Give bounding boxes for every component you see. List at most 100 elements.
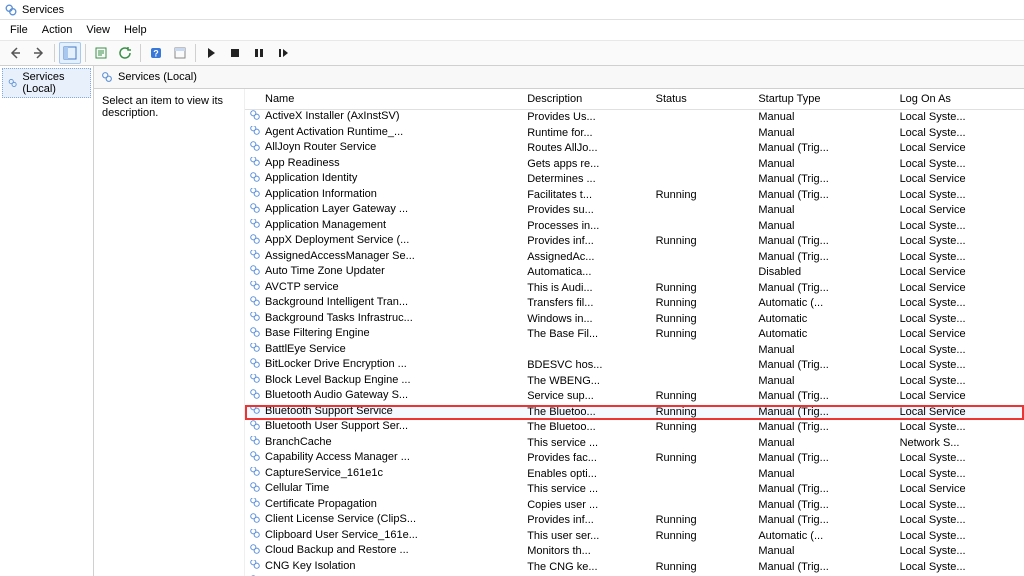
start-service-button[interactable]	[200, 42, 222, 64]
service-name-cell[interactable]: Background Tasks Infrastruc...	[245, 312, 523, 326]
col-startup[interactable]: Startup Type	[754, 89, 895, 110]
table-row[interactable]: Clipboard User Service_161e...This user …	[245, 529, 1024, 545]
back-button[interactable]	[4, 42, 26, 64]
table-row[interactable]: Block Level Backup Engine ...The WBENG..…	[245, 374, 1024, 390]
export-list-button[interactable]	[90, 42, 112, 64]
service-name-cell[interactable]: App Readiness	[245, 157, 523, 171]
service-name-cell[interactable]: Application Identity	[245, 172, 523, 186]
table-row[interactable]: Background Intelligent Tran...Transfers …	[245, 296, 1024, 312]
table-row[interactable]: BranchCacheThis service ...ManualNetwork…	[245, 436, 1024, 452]
table-row[interactable]: Bluetooth Support ServiceThe Bluetoo...R…	[245, 405, 1024, 421]
table-row[interactable]: AllJoyn Router ServiceRoutes AllJo...Man…	[245, 141, 1024, 157]
table-row[interactable]: Cellular TimeThis service ...Manual (Tri…	[245, 482, 1024, 498]
table-row[interactable]: Certificate PropagationCopies user ...Ma…	[245, 498, 1024, 514]
service-name-cell[interactable]: Cloud Backup and Restore ...	[245, 544, 523, 558]
service-name-cell[interactable]: AssignedAccessManager Se...	[245, 250, 523, 264]
service-name-cell[interactable]: Bluetooth User Support Ser...	[245, 420, 523, 434]
table-row[interactable]: AppX Deployment Service (...Provides inf…	[245, 234, 1024, 250]
refresh-button[interactable]	[114, 42, 136, 64]
service-name-cell[interactable]: Agent Activation Runtime_...	[245, 126, 523, 140]
tree-root-services-local[interactable]: Services (Local)	[2, 68, 91, 98]
menu-file[interactable]: File	[4, 22, 34, 38]
service-name-cell[interactable]: Bluetooth Support Service	[245, 405, 523, 419]
properties-button[interactable]	[169, 42, 191, 64]
service-name-cell[interactable]: Capability Access Manager ...	[245, 451, 523, 465]
show-hide-tree-button[interactable]	[59, 42, 81, 64]
service-name-cell[interactable]: ActiveX Installer (AxInstSV)	[245, 110, 523, 124]
table-row[interactable]: BitLocker Drive Encryption ...BDESVC hos…	[245, 358, 1024, 374]
service-name-cell[interactable]: Cellular Time	[245, 482, 523, 496]
description-hint: Select an item to view its description.	[102, 95, 223, 119]
table-row[interactable]: Cloud Backup and Restore ...Monitors th.…	[245, 544, 1024, 560]
service-startup-cell: Manual (Trig...	[754, 188, 895, 204]
pause-service-button[interactable]	[248, 42, 270, 64]
service-startup-cell: Manual (Trig...	[754, 358, 895, 374]
service-name-cell[interactable]: Application Layer Gateway ...	[245, 203, 523, 217]
service-name-cell[interactable]: AVCTP service	[245, 281, 523, 295]
menu-help[interactable]: Help	[118, 22, 153, 38]
services-tree-icon	[7, 76, 18, 90]
service-name-cell[interactable]: AppX Deployment Service (...	[245, 234, 523, 248]
service-startup-cell: Manual (Trig...	[754, 420, 895, 436]
col-name[interactable]: Name	[245, 89, 523, 110]
table-row[interactable]: CNG Key IsolationThe CNG ke...RunningMan…	[245, 560, 1024, 576]
right-pane-header: Services (Local)	[94, 66, 1024, 89]
service-logon-cell: Local Service	[896, 327, 1024, 343]
table-row[interactable]: Bluetooth Audio Gateway S...Service sup.…	[245, 389, 1024, 405]
table-row[interactable]: Capability Access Manager ...Provides fa…	[245, 451, 1024, 467]
col-status[interactable]: Status	[652, 89, 755, 110]
service-name-cell[interactable]: Block Level Backup Engine ...	[245, 374, 523, 388]
service-desc-cell: Monitors th...	[523, 544, 651, 560]
service-name-cell[interactable]: Bluetooth Audio Gateway S...	[245, 389, 523, 403]
tree-pane: Services (Local)	[0, 66, 94, 576]
table-row[interactable]: BattlEye ServiceManualLocal Syste...	[245, 343, 1024, 359]
service-name-cell[interactable]: Application Information	[245, 188, 523, 202]
service-name-cell[interactable]: BattlEye Service	[245, 343, 523, 357]
menu-view[interactable]: View	[80, 22, 116, 38]
service-name-cell[interactable]: Application Management	[245, 219, 523, 233]
table-row[interactable]: Background Tasks Infrastruc...Windows in…	[245, 312, 1024, 328]
table-row[interactable]: Agent Activation Runtime_...Runtime for.…	[245, 126, 1024, 142]
table-header-row: Name Description Status Startup Type Log…	[245, 89, 1024, 110]
table-row[interactable]: CaptureService_161e1cEnables opti...Manu…	[245, 467, 1024, 483]
service-name-cell[interactable]: Certificate Propagation	[245, 498, 523, 512]
service-name-cell[interactable]: Clipboard User Service_161e...	[245, 529, 523, 543]
table-row[interactable]: AVCTP serviceThis is Audi...RunningManua…	[245, 281, 1024, 297]
service-name-label: Certificate Propagation	[265, 498, 377, 512]
services-list-pane[interactable]: Name Description Status Startup Type Log…	[244, 89, 1024, 576]
menu-action[interactable]: Action	[36, 22, 79, 38]
table-row[interactable]: AssignedAccessManager Se...AssignedAc...…	[245, 250, 1024, 266]
service-name-cell[interactable]: Auto Time Zone Updater	[245, 265, 523, 279]
service-startup-cell: Manual (Trig...	[754, 498, 895, 514]
table-row[interactable]: Base Filtering EngineThe Base Fil...Runn…	[245, 327, 1024, 343]
table-row[interactable]: Application InformationFacilitates t...R…	[245, 188, 1024, 204]
service-name-cell[interactable]: Client License Service (ClipS...	[245, 513, 523, 527]
table-row[interactable]: Bluetooth User Support Ser...The Bluetoo…	[245, 420, 1024, 436]
service-status-cell	[652, 436, 755, 452]
service-name-label: Background Intelligent Tran...	[265, 296, 408, 310]
service-name-cell[interactable]: AllJoyn Router Service	[245, 141, 523, 155]
help-button[interactable]: ?	[145, 42, 167, 64]
service-name-cell[interactable]: Background Intelligent Tran...	[245, 296, 523, 310]
service-name-cell[interactable]: BitLocker Drive Encryption ...	[245, 358, 523, 372]
service-name-cell[interactable]: BranchCache	[245, 436, 523, 450]
col-logon[interactable]: Log On As	[896, 89, 1024, 110]
table-row[interactable]: Application IdentityDetermines ...Manual…	[245, 172, 1024, 188]
table-row[interactable]: Auto Time Zone UpdaterAutomatica...Disab…	[245, 265, 1024, 281]
service-name-cell[interactable]: CNG Key Isolation	[245, 560, 523, 574]
stop-service-button[interactable]	[224, 42, 246, 64]
forward-button[interactable]	[28, 42, 50, 64]
service-desc-cell: Processes in...	[523, 219, 651, 235]
table-row[interactable]: Application Layer Gateway ...Provides su…	[245, 203, 1024, 219]
service-name-cell[interactable]: Base Filtering Engine	[245, 327, 523, 341]
service-startup-cell: Manual	[754, 219, 895, 235]
table-row[interactable]: ActiveX Installer (AxInstSV)Provides Us.…	[245, 110, 1024, 126]
table-row[interactable]: Application ManagementProcesses in... Man…	[245, 219, 1024, 235]
restart-service-button[interactable]	[272, 42, 294, 64]
service-gear-icon	[249, 327, 261, 341]
table-row[interactable]: Client License Service (ClipS...Provides…	[245, 513, 1024, 529]
service-name-label: Application Layer Gateway ...	[265, 203, 408, 217]
col-description[interactable]: Description	[523, 89, 651, 110]
service-name-cell[interactable]: CaptureService_161e1c	[245, 467, 523, 481]
table-row[interactable]: App ReadinessGets apps re...ManualLocal …	[245, 157, 1024, 173]
